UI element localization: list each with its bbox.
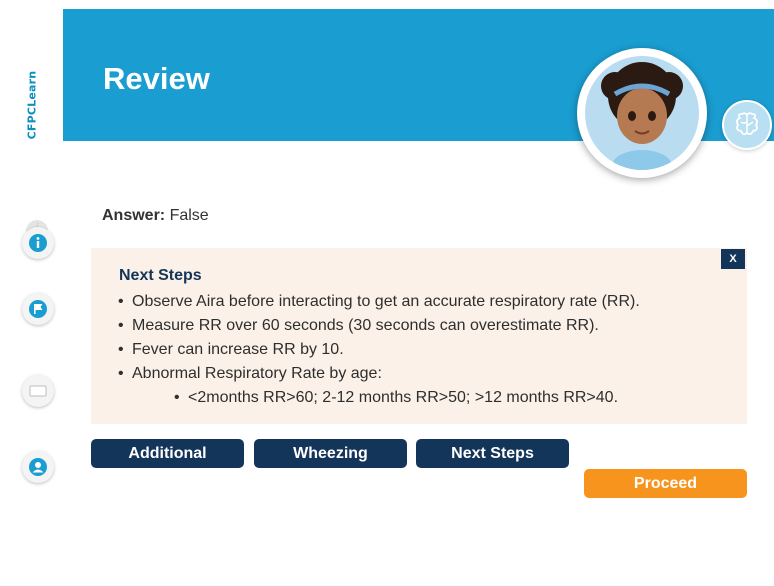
next-steps-panel: Next Steps X Observe Aira before interac… [91, 248, 747, 424]
list-item: Measure RR over 60 seconds (30 seconds c… [118, 314, 640, 338]
child-portrait-icon [601, 62, 683, 170]
avatar [585, 56, 699, 170]
list-item: Abnormal Respiratory Rate by age: [118, 362, 640, 386]
close-button[interactable]: X [721, 249, 745, 269]
sidebar: CFPCLearn [0, 0, 63, 586]
tab-next-steps[interactable]: Next Steps [416, 439, 569, 468]
panel-title: Next Steps [119, 267, 202, 284]
note-icon [29, 385, 47, 397]
list-item: Fever can increase RR by 10. [118, 338, 640, 362]
brain-icon [735, 112, 759, 136]
brand-logo: CFPCLearn [25, 70, 39, 140]
tab-wheezing[interactable]: Wheezing [254, 439, 407, 468]
answer-label: Answer: [102, 207, 166, 224]
profile-icon [29, 458, 47, 476]
answer-line: Answer: False [102, 207, 209, 225]
patient-avatar [577, 48, 707, 178]
answer-value: False [169, 207, 209, 224]
flag-button[interactable] [22, 293, 54, 325]
info-button[interactable] [22, 227, 54, 259]
flag-icon [29, 300, 47, 318]
profile-button[interactable] [22, 451, 54, 483]
notes-button[interactable] [22, 375, 54, 407]
proceed-button[interactable]: Proceed [584, 469, 747, 498]
info-icon [29, 234, 47, 252]
sub-list-item: <2months RR>60; 2-12 months RR>50; >12 m… [118, 386, 640, 410]
page-title: Review [103, 61, 210, 96]
list-item: Observe Aira before interacting to get a… [118, 290, 640, 314]
brain-button[interactable] [722, 100, 772, 150]
bullet-list: Observe Aira before interacting to get a… [118, 290, 640, 410]
tab-additional[interactable]: Additional [91, 439, 244, 468]
